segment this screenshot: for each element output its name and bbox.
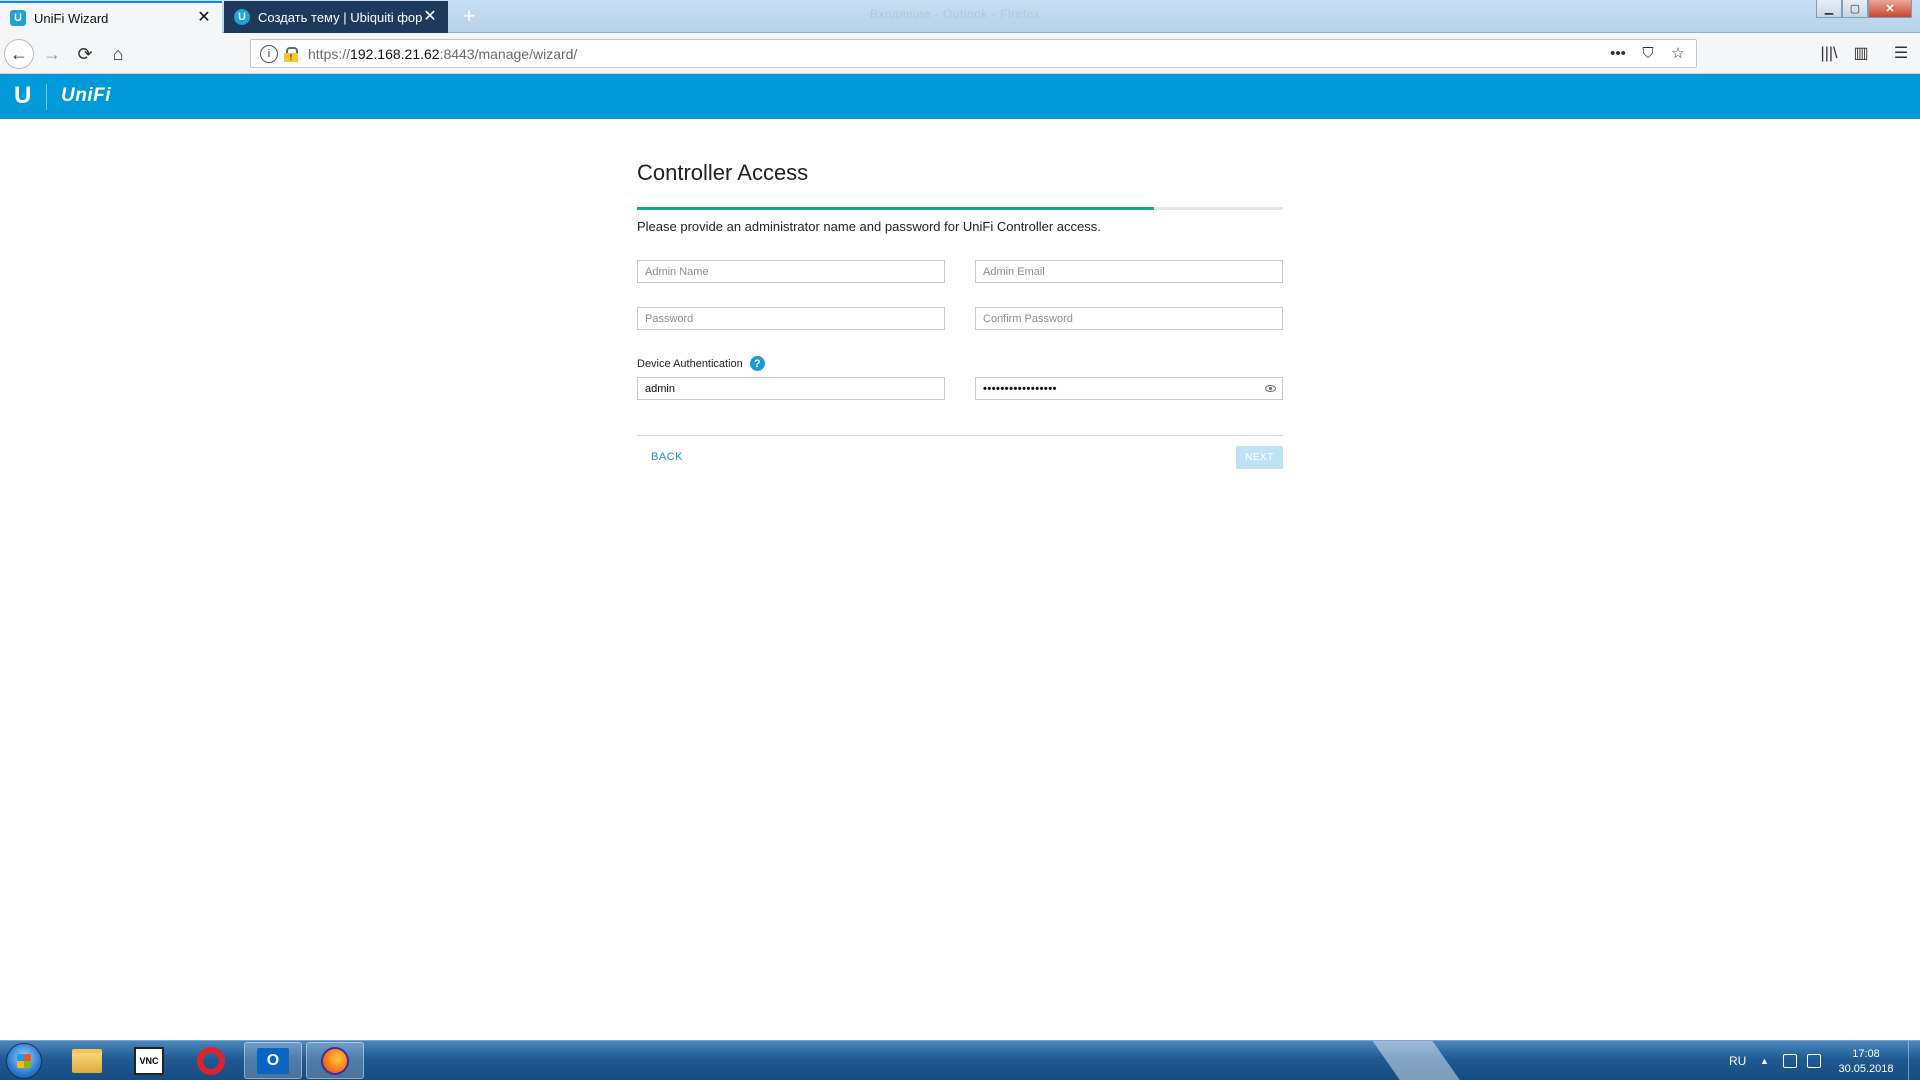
taskbar-outlook[interactable]: O [244, 1042, 302, 1079]
controller-access-wizard: Controller Access Please provide an admi… [637, 160, 1283, 469]
url-actions: ••• ⛉ ☆ [1608, 44, 1688, 64]
confirm-password-input[interactable] [976, 308, 1282, 329]
url-text[interactable]: https://192.168.21.62:8443/manage/wizard… [308, 46, 577, 62]
admin-email-field [975, 260, 1283, 283]
ubiquiti-logo-icon: U [14, 82, 32, 109]
bookmark-star-icon[interactable]: ☆ [1668, 44, 1688, 64]
sidebar-icon[interactable]: ▥ [1849, 42, 1873, 66]
pocket-icon[interactable]: ⛉ [1638, 44, 1658, 64]
taskbar-glare [1365, 1041, 1475, 1080]
ubiquiti-favicon-icon: U [234, 9, 250, 25]
taskbar-explorer[interactable] [58, 1042, 116, 1079]
device-auth-label: Device Authentication ? [637, 356, 765, 371]
wizard-subtitle: Please provide an administrator name and… [637, 219, 1101, 234]
next-button[interactable]: NEXT [1236, 446, 1283, 469]
show-password-eye-icon[interactable] [1265, 385, 1276, 392]
url-host: 192.168.21.62 [350, 45, 440, 62]
firefox-icon [321, 1046, 349, 1075]
confirm-password-field [975, 307, 1283, 330]
network-icon[interactable] [1783, 1054, 1797, 1068]
back-button[interactable]: BACK [651, 451, 683, 463]
taskbar-opera[interactable] [182, 1042, 240, 1079]
admin-name-field [637, 260, 945, 283]
device-password-input[interactable] [976, 378, 1282, 399]
unifi-favicon-icon: U [10, 10, 26, 26]
tab-label: Создать тему | Ubiquiti форум [258, 9, 422, 25]
wizard-progress-fill [637, 207, 1154, 210]
tab-unifi-wizard[interactable]: U UniFi Wizard ✕ [0, 1, 222, 33]
minimize-button[interactable]: ▁ [1816, 0, 1842, 18]
tab-label: UniFi Wizard [34, 10, 109, 26]
admin-name-input[interactable] [638, 261, 944, 282]
home-icon[interactable]: ⌂ [103, 39, 133, 69]
page-title: Controller Access [637, 160, 809, 185]
system-clock[interactable]: 17:08 30.05.2018 [1836, 1047, 1896, 1077]
maximize-button[interactable]: ▢ [1842, 0, 1868, 18]
insecure-lock-icon[interactable] [284, 46, 298, 62]
new-tab-button[interactable]: + [456, 4, 482, 30]
tab-close-icon[interactable]: ✕ [196, 10, 212, 26]
windows-taskbar: VNC O RU ▲ 17:08 30.05.2018 [0, 1040, 1920, 1080]
url-path: :8443/manage/wizard/ [439, 45, 578, 62]
hamburger-menu-icon[interactable]: ☰ [1889, 42, 1913, 66]
info-icon[interactable]: i [260, 44, 278, 63]
window-title: Входящие - Outlook - Firefox [870, 7, 1041, 21]
device-password-field [975, 377, 1283, 400]
start-button-icon[interactable] [6, 1043, 42, 1079]
close-window-button[interactable]: ✕ [1868, 0, 1912, 18]
unifi-brand-logo: UniFi [61, 85, 111, 106]
unifi-header: U UniFi [0, 74, 1920, 119]
language-indicator[interactable]: RU [1729, 1041, 1746, 1080]
opera-icon [197, 1046, 225, 1075]
taskbar-firefox[interactable] [306, 1042, 364, 1079]
url-bar[interactable]: i https://192.168.21.62:8443/manage/wiza… [250, 39, 1697, 68]
clock-date: 30.05.2018 [1838, 1063, 1894, 1075]
back-arrow-icon[interactable]: ← [4, 39, 34, 69]
admin-email-input[interactable] [976, 261, 1282, 282]
show-desktop-button[interactable] [1908, 1041, 1920, 1080]
folder-icon [72, 1048, 102, 1073]
device-auth-label-text: Device Authentication [637, 357, 743, 370]
browser-tab-strip: U UniFi Wizard ✕ U Создать тему | Ubiqui… [0, 0, 1920, 33]
wizard-divider [637, 435, 1283, 436]
url-prefix: https:// [308, 45, 351, 62]
browser-navbar: ← → ⟳ ⌂ i https://192.168.21.62:8443/man… [0, 33, 1920, 74]
page-actions-icon[interactable]: ••• [1608, 44, 1628, 64]
forward-arrow-icon[interactable]: → [37, 39, 67, 69]
outlook-tray-icon[interactable] [1807, 1054, 1821, 1068]
password-input[interactable] [638, 308, 944, 329]
outlook-icon: O [257, 1047, 289, 1074]
wizard-progress-bar [637, 207, 1283, 210]
tab-ubiquiti-forum[interactable]: U Создать тему | Ubiquiti форум ✕ [224, 1, 448, 33]
taskbar-vnc[interactable]: VNC [120, 1042, 178, 1079]
password-field [637, 307, 945, 330]
tray-expand-icon[interactable]: ▲ [1760, 1041, 1769, 1080]
header-divider [46, 84, 47, 110]
device-username-field [637, 377, 945, 400]
clock-time: 17:08 [1852, 1048, 1880, 1060]
device-username-input[interactable] [638, 378, 944, 399]
tab-close-icon[interactable]: ✕ [422, 9, 438, 25]
library-icon[interactable]: |||\ [1817, 42, 1841, 66]
window-controls: ▁ ▢ ✕ [1816, 0, 1912, 18]
reload-icon[interactable]: ⟳ [70, 39, 100, 69]
vnc-icon: VNC [134, 1046, 164, 1075]
help-icon[interactable]: ? [749, 356, 765, 371]
